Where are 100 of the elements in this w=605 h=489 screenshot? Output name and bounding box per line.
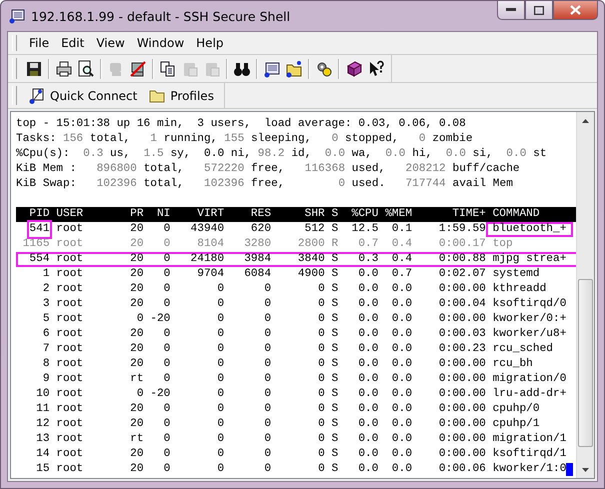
table-cell: 0 [217,327,224,342]
table-cell-text: root [55,222,84,237]
table-cell-text: root [55,357,84,372]
table-cell-text: systemd [492,267,541,282]
table-cell: 0.0 [392,297,412,312]
table-cell: 0.0 [358,447,378,462]
table-cell: -20 [150,312,170,327]
table-cell-text: root [55,372,84,387]
table-cell: 1165 [22,237,50,252]
table-cell: 0.0 [358,312,378,327]
table-cell: 0 [217,432,224,447]
table-cell: 0 [264,432,272,447]
table-cell: 0.0 [358,417,378,432]
table-cell-text: S [330,312,338,327]
table-cell: 0 [164,297,170,312]
scroll-down-icon[interactable] [582,468,589,472]
table-cell-text: S [330,252,338,267]
table-cell: 0 [217,282,224,297]
table-cell: 0.0 [392,282,412,297]
table-cell: 4900 [298,267,325,282]
table-cell: 0 [318,447,325,462]
table-cell-text: S [330,327,338,342]
table-cell-text: ksoftirqd/0 [492,297,568,312]
table-cell: 20 [130,417,144,432]
table-cell: 0.0 [392,327,412,342]
table-cell: 0:00.00 [438,387,486,402]
table-cell-text: kworker/u8+ [492,327,568,342]
table-cell: 12 [36,417,50,432]
table-cell: 9704 [197,267,224,282]
table-cell: 0 [136,312,144,327]
terminal-line: KiB Mem : 896800 total, 572220 free, 116368 used, 208212 buff/cache [16,162,521,177]
table-cell-text: migration/0 [492,372,568,387]
table-cell: 11 [36,402,50,417]
table-cell-text: root [55,417,84,432]
table-cell: 0.4 [392,237,412,252]
table-cell-text: root [55,282,84,297]
table-cell: 7 [42,342,50,357]
quick-connect-button[interactable]: Quick Connect [23,84,144,106]
menu-item[interactable]: Window [130,32,190,54]
table-cell: 43940 [190,222,224,237]
table-cell: 0.0 [358,297,378,312]
table-cell: 0:00.88 [438,252,486,267]
table-cell: 0 [318,417,325,432]
profiles-button[interactable]: Profiles [143,86,220,106]
table-cell: 0 [318,402,325,417]
table-cell: 6084 [244,267,272,282]
menu-item[interactable]: Edit [55,32,90,54]
table-cell: 0 [264,387,272,402]
table-cell-text: S [330,282,338,297]
table-cell: 0:00.00 [438,447,486,462]
menu-item[interactable]: View [90,32,131,54]
table-cell: 0:00.17 [438,237,486,252]
table-cell: 0.0 [392,462,412,477]
table-cell: 0.0 [392,372,412,387]
table-cell: 0 [164,462,170,477]
table-cell: 0 [318,387,325,402]
close-button[interactable] [553,1,598,20]
menu-item[interactable]: File [23,32,56,54]
table-cell: 0 [264,462,272,477]
table-cell: 20 [130,267,144,282]
table-cell-text: root [55,327,84,342]
table-cell: 0.7 [392,267,412,282]
table-cell-text: lru-add-dr+ [492,387,568,402]
table-cell: 0 [164,237,170,252]
table-cell-text: rcu_sched [492,342,554,357]
table-cell: bluetooth_+ [486,222,574,237]
table-cell: 3280 [244,237,272,252]
table-cell-text: S [330,387,338,402]
table-cell: 0:00.00 [438,402,486,417]
table-cell: 8 [42,357,50,372]
table-cell: -20 [150,387,170,402]
terminal[interactable] [11,112,576,478]
table-cell: 0:00.00 [438,312,486,327]
table-cell: kworker/1:0 [492,462,566,477]
quick-connect-icon [29,88,45,104]
close-icon [570,5,581,15]
scroll-thumb[interactable] [578,279,593,447]
table-cell: 10 [36,387,50,402]
table-cell: 14 [36,447,50,462]
table-cell: 0:00.06 [438,462,486,477]
table-cell-text: S [330,432,338,447]
table-cell: 1 [42,267,50,282]
table-cell: 0.0 [358,432,378,447]
table-cell: 0 [164,357,170,372]
table-cell: 0.0 [358,282,378,297]
table-cell-text: top [492,237,514,252]
table-cell: 554 [29,252,50,267]
menu-item[interactable]: Help [190,32,230,54]
table-cell: 6 [42,327,50,342]
table-cell: 0:00.00 [438,357,486,372]
minimize-button[interactable] [497,1,525,20]
table-cell: 20 [130,342,144,357]
maximize-button[interactable] [525,1,553,20]
table-cell: 0 [264,327,272,342]
scroll-up-icon[interactable] [582,118,589,122]
scrollbar[interactable] [576,112,594,478]
table-cell-text: rcu_bh [492,357,534,372]
table-cell: 20 [130,447,144,462]
table-cell-text: root [55,267,84,282]
table-cell-text: R [330,237,338,252]
